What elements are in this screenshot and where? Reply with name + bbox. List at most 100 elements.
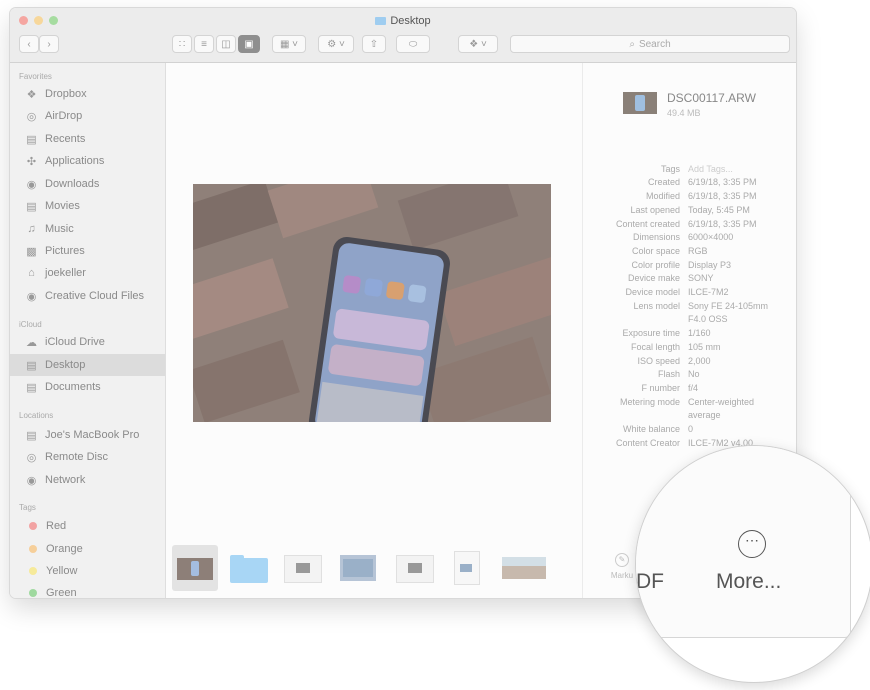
search-placeholder: Search — [638, 38, 671, 50]
thumbnail-image — [296, 563, 310, 573]
chevron-right-icon: › — [47, 38, 51, 50]
movies-icon: ▤ — [26, 200, 37, 213]
search-field[interactable]: ⌕ Search — [510, 35, 790, 53]
markup-icon: ✎ — [615, 553, 629, 567]
creative-cloud-icon: ◉ — [26, 290, 37, 303]
sidebar-item-movies[interactable]: ▤ Movies — [10, 195, 165, 217]
thumbnail-image — [343, 559, 373, 577]
file-size: 49.4 MB — [667, 108, 701, 118]
tag-color-dot — [29, 522, 37, 530]
sidebar: Favorites ❖ Dropbox ◎ AirDrop ▤ Recents ✣ Ap… — [10, 63, 166, 598]
sidebar-item-macbook-pro[interactable]: ▤ Joe's MacBook Pro — [10, 424, 165, 446]
thumbnail-strip — [170, 545, 580, 593]
sidebar-item-airdrop[interactable]: ◎ AirDrop — [10, 105, 165, 127]
sidebar-header-icloud: iCloud — [19, 320, 42, 329]
sidebar-item-creative-cloud-files[interactable]: ◉ Creative Cloud Files — [10, 285, 165, 307]
toolbar: Desktop ‹ › ∷ ≡ ◫ ▣ ▦ ˅ ⚙ ˅ ⇧ ⬭ ❖ ˅ ⌕ Se… — [10, 8, 796, 63]
photo-preview[interactable] — [193, 184, 551, 422]
list-view-button[interactable]: ≡ — [194, 35, 214, 53]
more-label: More... — [716, 570, 782, 593]
more-icon: ⋯ — [738, 530, 766, 558]
sidebar-item-desktop[interactable]: ▤ Desktop — [10, 354, 165, 376]
search-icon: ⌕ — [629, 38, 635, 50]
sidebar-item-network[interactable]: ◉ Network — [10, 469, 165, 491]
back-button[interactable]: ‹ — [19, 35, 39, 53]
thumbnail-item[interactable] — [340, 555, 376, 581]
add-tags-field[interactable]: Add Tags... — [688, 164, 733, 174]
airdrop-icon: ◎ — [26, 110, 37, 123]
desktop-icon: ▤ — [26, 359, 37, 372]
column-view-button[interactable]: ◫ — [216, 35, 236, 53]
sidebar-tag-yellow[interactable]: Yellow — [10, 560, 165, 582]
more-button[interactable]: ⋯ More... — [716, 526, 806, 606]
network-icon: ◉ — [26, 474, 37, 487]
home-icon: ⌂ — [28, 267, 35, 279]
sidebar-header-favorites: Favorites — [19, 72, 52, 81]
thumbnail-item[interactable] — [396, 555, 434, 583]
window-title: Desktop — [10, 15, 796, 27]
folder-icon — [375, 17, 387, 25]
sidebar-tag-orange[interactable]: Orange — [10, 538, 165, 560]
applications-icon: ✣ — [26, 155, 37, 168]
disc-icon: ◎ — [26, 451, 37, 464]
gear-icon: ⚙ ˅ — [327, 38, 345, 50]
tag-color-dot — [29, 589, 37, 597]
music-icon: ♫ — [27, 223, 36, 235]
sidebar-item-documents[interactable]: ▤ Documents — [10, 376, 165, 398]
photo-image — [193, 184, 551, 422]
gallery-view-button[interactable]: ▣ — [238, 35, 260, 53]
tag-color-dot — [29, 545, 37, 553]
tag-icon: ⬭ — [408, 38, 418, 50]
documents-icon: ▤ — [26, 381, 37, 394]
thumbnail-item[interactable] — [284, 555, 322, 583]
group-button[interactable]: ▦ ˅ — [272, 35, 306, 53]
share-icon: ⇧ — [369, 38, 379, 50]
action-button[interactable]: ⚙ ˅ — [318, 35, 354, 53]
downloads-icon: ◉ — [26, 178, 37, 191]
sidebar-item-music[interactable]: ♫ Music — [10, 218, 165, 240]
file-thumbnail — [623, 92, 657, 114]
icon-view-icon: ∷ — [178, 38, 186, 50]
pdf-fragment-label: DF — [636, 570, 664, 593]
sidebar-item-downloads[interactable]: ◉ Downloads — [10, 173, 165, 195]
magnifier-callout: DF ⋯ More... — [635, 445, 870, 683]
chevron-left-icon: ‹ — [27, 38, 31, 50]
sidebar-tag-green[interactable]: Green — [10, 582, 165, 598]
recents-icon: ▤ — [26, 133, 37, 146]
thumbnail-image — [177, 558, 213, 580]
dropbox-icon: ❖ — [26, 88, 37, 101]
sidebar-item-applications[interactable]: ✣ Applications — [10, 150, 165, 172]
sidebar-item-recents[interactable]: ▤ Recents — [10, 128, 165, 150]
dropbox-icon: ❖ ˅ — [469, 38, 487, 50]
share-button[interactable]: ⇧ — [362, 35, 386, 53]
thumbnail-image — [502, 557, 546, 566]
sidebar-item-pictures[interactable]: ▩ Pictures — [10, 240, 165, 262]
thumbnail-image — [408, 563, 422, 573]
tag-color-dot — [29, 567, 37, 575]
gallery-view-icon: ▣ — [244, 38, 254, 50]
thumbnail-item[interactable] — [172, 545, 218, 591]
thumbnail-item[interactable] — [230, 553, 268, 583]
laptop-icon: ▤ — [26, 429, 37, 442]
document-icon — [460, 564, 472, 572]
icon-view-button[interactable]: ∷ — [172, 35, 192, 53]
list-view-icon: ≡ — [201, 38, 207, 50]
dropbox-button[interactable]: ❖ ˅ — [458, 35, 498, 53]
sidebar-item-icloud-drive[interactable]: ☁ iCloud Drive — [10, 331, 165, 353]
forward-button[interactable]: › — [39, 35, 59, 53]
pictures-icon: ▩ — [26, 245, 37, 258]
sidebar-item-remote-disc[interactable]: ◎ Remote Disc — [10, 446, 165, 468]
thumbnail-item[interactable] — [502, 557, 546, 579]
sidebar-header-tags: Tags — [19, 503, 36, 512]
sidebar-item-dropbox[interactable]: ❖ Dropbox — [10, 83, 165, 105]
cloud-icon: ☁ — [26, 336, 37, 349]
sidebar-tag-red[interactable]: Red — [10, 515, 165, 537]
folder-icon — [230, 558, 268, 583]
sidebar-header-locations: Locations — [19, 411, 54, 420]
thumbnail-item[interactable] — [454, 551, 480, 585]
tag-button[interactable]: ⬭ — [396, 35, 430, 53]
markup-button[interactable]: ✎ Marku — [605, 553, 639, 580]
file-name: DSC00117.ARW — [667, 91, 756, 105]
group-icon: ▦ ˅ — [279, 38, 299, 50]
sidebar-item-joekeller[interactable]: ⌂ joekeller — [10, 262, 165, 284]
